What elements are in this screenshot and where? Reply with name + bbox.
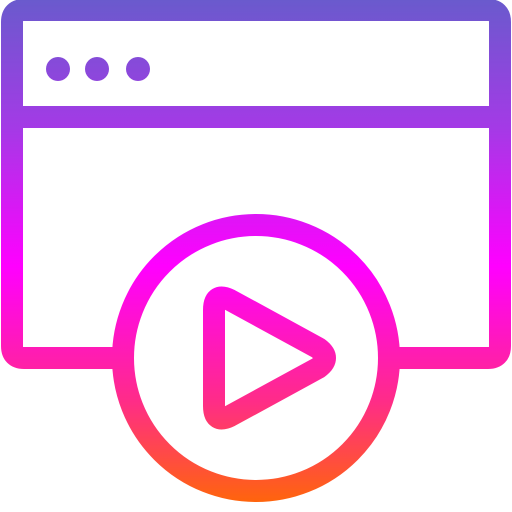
- icon-svg: [1, 0, 511, 502]
- browser-video-play-icon: [0, 0, 512, 512]
- play-circle: [112, 214, 400, 502]
- play-icon: [203, 286, 336, 430]
- window-dot-1: [46, 57, 70, 81]
- window-dot-3: [126, 57, 150, 81]
- window-dot-2: [85, 57, 109, 81]
